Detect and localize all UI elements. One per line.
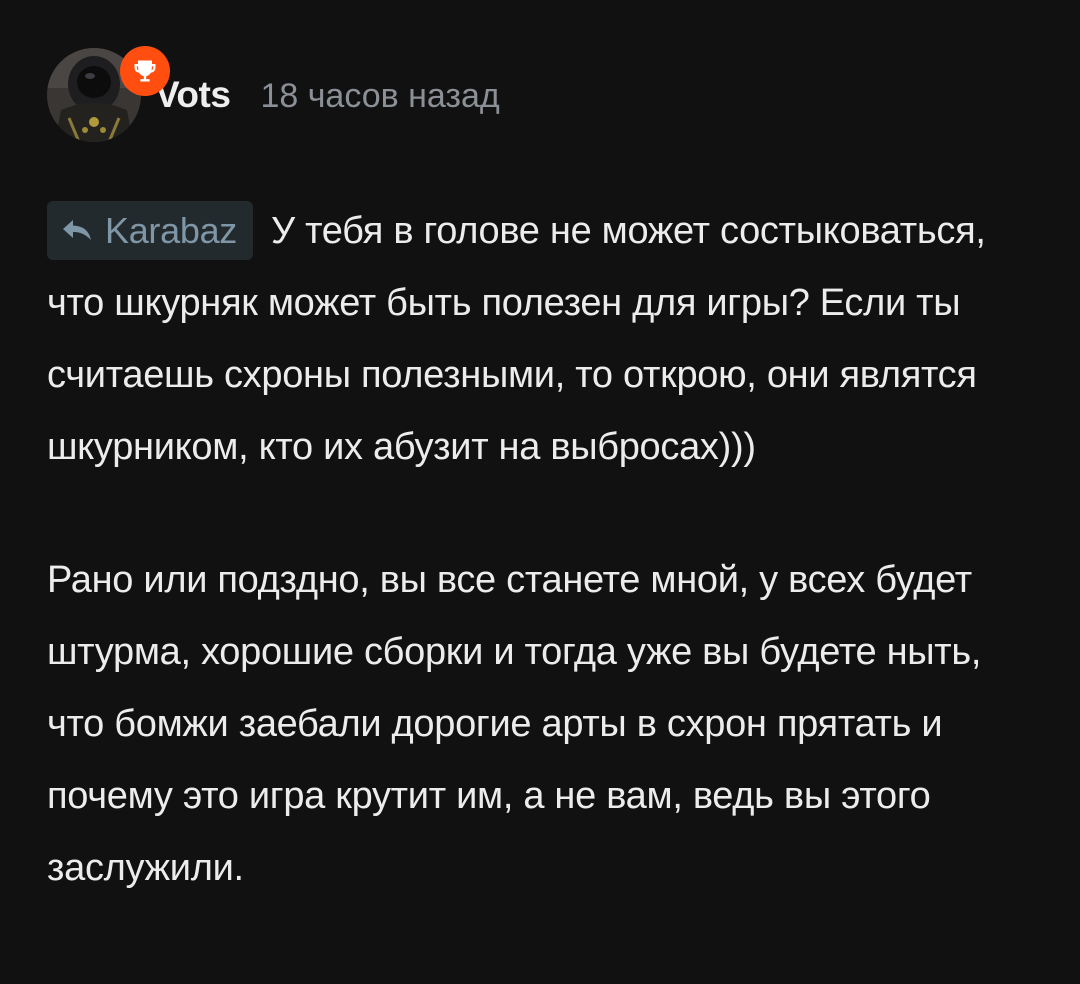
reply-to-name: Karabaz: [105, 209, 237, 251]
avatar-wrap[interactable]: [47, 46, 170, 142]
comment-timestamp[interactable]: 18 часов назад: [260, 77, 499, 116]
trophy-icon: [134, 60, 156, 82]
comment-paragraph: Karabaz У тебя в голове не может состыков…: [47, 195, 1047, 483]
reply-to-chip[interactable]: Karabaz: [47, 201, 253, 260]
comment-body: Karabaz У тебя в голове не может состыков…: [47, 195, 1047, 904]
comment: Vots 18 часов назад Karabaz У тебя в голо…: [47, 36, 1047, 904]
comment-header: Vots 18 часов назад: [47, 36, 1047, 146]
comment-paragraph: Рано или подздно, вы все станете мной, у…: [47, 559, 982, 889]
reply-arrow-icon: [63, 219, 91, 240]
achievement-badge[interactable]: [120, 46, 170, 96]
